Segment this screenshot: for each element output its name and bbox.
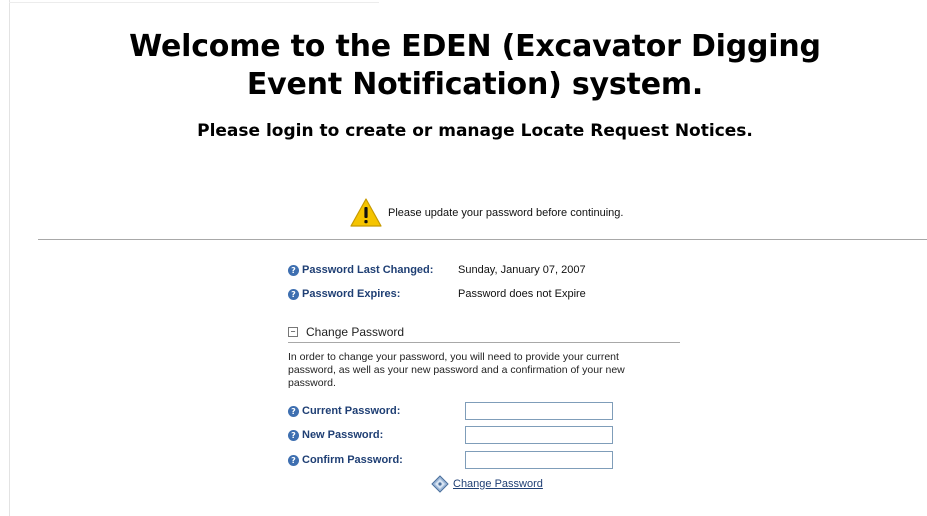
new-password-row: ? New Password: — [288, 425, 613, 445]
password-update-notice: Please update your password before conti… — [350, 196, 623, 230]
collapse-icon[interactable]: − — [288, 327, 298, 337]
help-icon[interactable]: ? — [288, 288, 299, 300]
page-title: Welcome to the EDEN (Excavator Digging E… — [129, 29, 821, 102]
notice-message: Please update your password before conti… — [388, 207, 624, 219]
change-password-link[interactable]: Change Password — [453, 478, 543, 490]
current-password-row: ? Current Password: — [288, 401, 613, 421]
info-value: Sunday, January 07, 2007 — [458, 264, 586, 276]
confirm-password-input[interactable] — [465, 451, 613, 469]
section-title: Change Password — [306, 325, 405, 339]
change-password-action[interactable]: Change Password — [431, 475, 543, 493]
help-icon[interactable]: ? — [288, 454, 299, 466]
info-password-last-changed: ? Password Last Changed: Sunday, January… — [288, 263, 586, 277]
field-label: Confirm Password: — [302, 454, 403, 466]
divider — [38, 239, 927, 240]
confirm-password-row: ? Confirm Password: — [288, 450, 613, 470]
new-password-input[interactable] — [465, 426, 613, 444]
help-icon[interactable]: ? — [288, 429, 299, 441]
left-border — [9, 0, 10, 516]
current-password-input[interactable] — [465, 402, 613, 420]
key-diamond-icon[interactable] — [431, 475, 449, 493]
change-password-section-header[interactable]: − Change Password — [288, 322, 680, 343]
help-icon[interactable]: ? — [288, 405, 299, 417]
info-label: Password Last Changed: — [302, 264, 434, 276]
info-value: Password does not Expire — [458, 288, 586, 300]
field-label: New Password: — [302, 429, 384, 441]
field-label: Current Password: — [302, 405, 401, 417]
page-subtitle: Please login to create or manage Locate … — [197, 121, 753, 141]
top-border — [9, 2, 379, 3]
info-label: Password Expires: — [302, 288, 401, 300]
change-password-instructions: In order to change your password, you wi… — [288, 351, 625, 389]
info-password-expires: ? Password Expires: Password does not Ex… — [288, 287, 586, 301]
warning-icon — [350, 198, 382, 227]
help-icon[interactable]: ? — [288, 264, 299, 276]
